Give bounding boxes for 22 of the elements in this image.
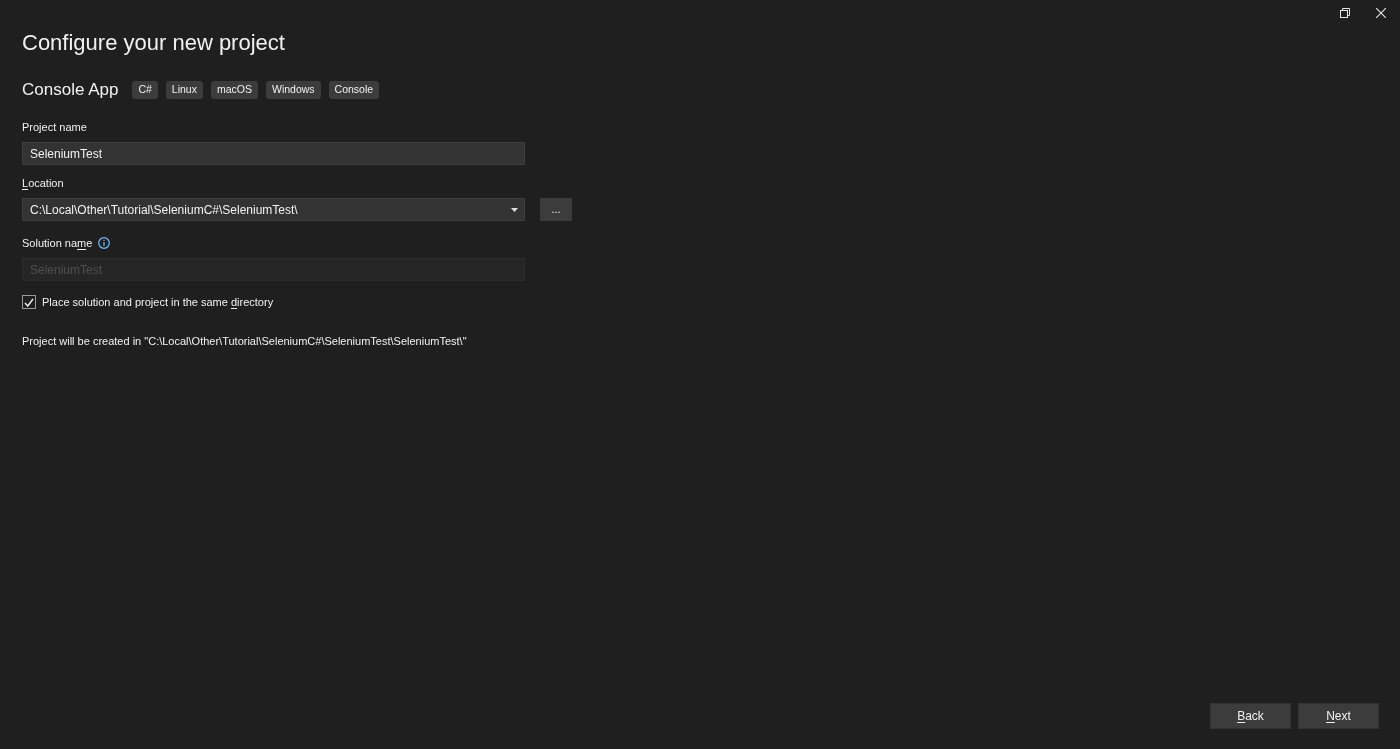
browse-button[interactable]: ... [540,198,572,221]
restore-icon [1340,8,1350,18]
back-button[interactable]: Back [1210,703,1291,729]
field-label: Location [22,176,64,191]
page-title: Configure your new project [22,29,285,57]
checkbox[interactable] [22,295,36,309]
template-tag: C# [132,81,158,99]
field-label: Solution name [22,236,93,251]
project-path-note: Project will be created in "C:\Local\Other\Tutorial\SeleniumC#\SeleniumTest\SeleniumTest\" [22,334,467,349]
next-button[interactable]: Next [1298,703,1379,729]
template-name: Console App [22,79,119,101]
template-tag: Windows [265,81,321,99]
checkbox-label[interactable]: Place solution and project in the same directory [42,294,274,310]
checkmark-icon [24,297,34,307]
template-tag: macOS [210,81,258,99]
location-combobox[interactable]: C:\Local\Other\Tutorial\SeleniumC#\SeleniumTest\ [22,198,525,221]
template-tag: Linux [165,81,203,99]
field-label: Project name [22,120,87,135]
template-tag: Console [328,81,380,99]
close-icon [1376,8,1386,18]
text-input[interactable]: SeleniumTest [22,142,525,165]
dropdown-caret-icon [511,207,518,212]
